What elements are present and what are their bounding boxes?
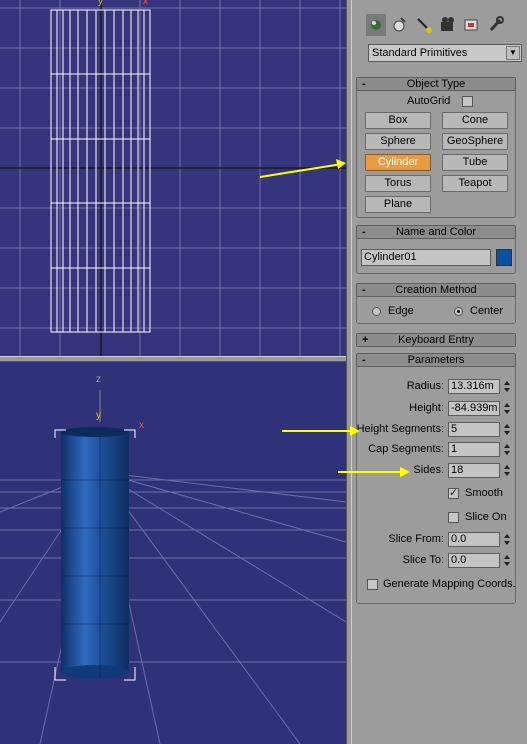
top-axis-y-label: y — [98, 0, 103, 7]
sides-label: Sides: — [413, 464, 444, 476]
arrow-annotation-cylinder — [259, 159, 346, 178]
torus-button[interactable]: Torus — [365, 175, 431, 192]
cap-segments-field[interactable]: 1 — [448, 442, 500, 457]
display-tab-icon[interactable] — [462, 14, 482, 36]
radius-label: Radius: — [406, 380, 444, 392]
name-color-header[interactable]: - Name and Color — [356, 225, 516, 239]
dropdown-value: Standard Primitives — [372, 47, 468, 59]
slice-to-label: Slice To: — [402, 554, 444, 566]
height-segments-spinner[interactable] — [503, 422, 512, 437]
slice-from-field[interactable]: 0.0 — [448, 532, 500, 547]
geosphere-button[interactable]: GeoSphere — [442, 133, 508, 150]
height-label: Height: — [409, 402, 444, 414]
sphere-button[interactable]: Sphere — [365, 133, 431, 150]
radius-spinner[interactable] — [503, 379, 512, 394]
persp-axis-z-label: z — [96, 374, 101, 385]
modify-tab-icon[interactable] — [390, 14, 410, 36]
height-field[interactable]: -84.939m — [448, 401, 500, 416]
cone-button[interactable]: Cone — [442, 112, 508, 129]
cap-segments-spinner[interactable] — [503, 442, 512, 457]
parameters-header[interactable]: - Parameters — [356, 353, 516, 367]
slice-on-checkbox[interactable] — [448, 512, 459, 523]
radius-field[interactable]: 13.316m — [448, 379, 500, 394]
smooth-label: Smooth — [465, 487, 503, 499]
box-button[interactable]: Box — [365, 112, 431, 129]
command-panel: Standard Primitives ▼ - Object Type AutoG… — [352, 0, 527, 744]
persp-axis-x-label: x — [139, 420, 144, 431]
edge-label: Edge — [388, 305, 414, 317]
tube-button[interactable]: Tube — [442, 154, 508, 171]
plane-button[interactable]: Plane — [365, 196, 431, 213]
slice-from-spinner[interactable] — [503, 532, 512, 547]
sides-spinner[interactable] — [503, 463, 512, 478]
autogrid-label: AutoGrid — [407, 95, 451, 107]
generate-mapping-label: Generate Mapping Coords. — [383, 578, 516, 590]
slice-to-field[interactable]: 0.0 — [448, 553, 500, 568]
teapot-button[interactable]: Teapot — [442, 175, 508, 192]
center-label: Center — [470, 305, 504, 317]
height-segments-field[interactable]: 5 — [448, 422, 500, 437]
cylinder-shaded — [54, 427, 136, 681]
slice-from-label: Slice From: — [388, 533, 444, 545]
cap-segments-label: Cap Segments: — [368, 443, 444, 455]
arrow-annotation-height-segments — [282, 426, 360, 436]
top-axis-x-label: x — [143, 0, 148, 7]
smooth-checkbox[interactable] — [448, 486, 459, 499]
arrow-annotation-sides — [338, 467, 410, 477]
sides-field[interactable]: 18 — [448, 463, 500, 478]
create-tab-icon[interactable] — [366, 14, 386, 36]
creation-method-header[interactable]: - Creation Method — [356, 283, 516, 297]
keyboard-entry-header[interactable]: + Keyboard Entry — [356, 333, 516, 347]
perspective-grid — [0, 390, 346, 744]
motion-tab-icon[interactable] — [438, 14, 458, 36]
chevron-down-icon[interactable]: ▼ — [506, 46, 520, 60]
slice-on-label: Slice On — [465, 511, 507, 523]
generate-mapping-checkbox[interactable] — [367, 579, 378, 590]
persp-axis-y-label: y — [96, 410, 101, 421]
object-color-swatch[interactable] — [496, 249, 512, 266]
top-viewport[interactable]: y x — [0, 0, 346, 356]
object-category-dropdown[interactable]: Standard Primitives ▼ — [368, 44, 522, 62]
center-radio[interactable] — [454, 307, 463, 316]
cylinder-button[interactable]: Cylinder — [365, 154, 431, 171]
hierarchy-tab-icon[interactable] — [414, 14, 434, 36]
utilities-tab-icon[interactable] — [486, 14, 506, 36]
height-spinner[interactable] — [503, 401, 512, 416]
height-segments-label: Height Segments: — [356, 423, 444, 435]
autogrid-checkbox[interactable] — [462, 96, 473, 107]
object-type-header[interactable]: - Object Type — [356, 77, 516, 91]
object-name-field[interactable]: Cylinder01 — [361, 249, 491, 266]
perspective-viewport[interactable]: z y x — [0, 362, 346, 744]
edge-radio[interactable] — [372, 307, 381, 316]
slice-to-spinner[interactable] — [503, 553, 512, 568]
